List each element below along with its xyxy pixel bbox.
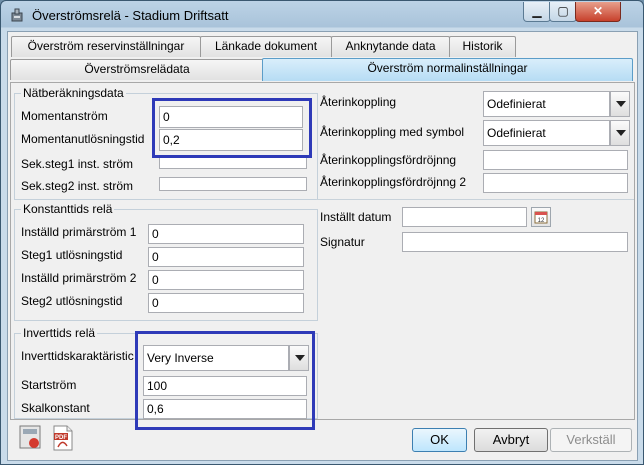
right-section-divider bbox=[316, 199, 634, 200]
label-steg2-utlosningstid: Steg2 utlösningstid bbox=[21, 294, 123, 308]
installd-primarstrom-1-input[interactable]: 0 bbox=[148, 224, 304, 244]
tab-lankade-dokument[interactable]: Länkade dokument bbox=[200, 36, 332, 57]
label-sek-steg2: Sek.steg2 inst. ström bbox=[21, 179, 134, 193]
skalkonstant-input[interactable]: 0,6 bbox=[143, 399, 307, 419]
steg1-utlosningstid-input[interactable]: 0 bbox=[148, 247, 304, 267]
sek-steg2-input[interactable] bbox=[159, 177, 307, 191]
aterinkoppling-dropdown-icon[interactable] bbox=[610, 91, 630, 117]
label-installd-primarstrom-1: Inställd primärström 1 bbox=[21, 225, 137, 239]
label-installt-datum: Inställt datum bbox=[320, 210, 392, 224]
relay-record-icon[interactable] bbox=[18, 424, 44, 452]
signatur-input[interactable] bbox=[402, 232, 628, 252]
steg2-utlosningstid-input[interactable]: 0 bbox=[148, 293, 304, 313]
momentanstrom-input[interactable]: 0 bbox=[159, 106, 303, 128]
title-bar[interactable]: Överströmsrelä - Stadium Driftsatt ▁ ▢ ✕ bbox=[1, 1, 643, 29]
aterinkopplingsfordrojning-input[interactable] bbox=[483, 150, 628, 170]
tab-historik[interactable]: Historik bbox=[449, 36, 516, 57]
dialog-window: Överströmsrelä - Stadium Driftsatt ▁ ▢ ✕… bbox=[0, 0, 644, 465]
label-inverttidskarakteristik: Inverttidskaraktäristic bbox=[21, 349, 134, 363]
tab-page-normalinstallningar: Nätberäkningsdata Momentanström 0 Moment… bbox=[10, 82, 635, 420]
cancel-button[interactable]: Avbryt bbox=[474, 428, 548, 452]
inverttidskarakteristik-dropdown-icon[interactable] bbox=[289, 345, 309, 371]
label-momentanstrom: Momentanström bbox=[21, 109, 108, 123]
installd-primarstrom-2-input[interactable]: 0 bbox=[148, 270, 304, 290]
label-startstrom: Startström bbox=[21, 378, 77, 392]
relay-app-icon bbox=[9, 7, 25, 23]
label-sek-steg1: Sek.steg1 inst. ström bbox=[21, 157, 134, 171]
momentanutlosningstid-input[interactable]: 0,2 bbox=[159, 129, 303, 151]
pdf-icon-text: PDF bbox=[55, 435, 67, 441]
label-steg1-utlosningstid: Steg1 utlösningstid bbox=[21, 248, 123, 262]
tab-anknytande-data[interactable]: Anknytande data bbox=[331, 36, 450, 57]
minimize-button[interactable]: ▁ bbox=[523, 2, 551, 22]
pdf-icon[interactable]: PDF bbox=[50, 424, 76, 452]
label-aterinkoppling-med-symbol: Återinkoppling med symbol bbox=[320, 125, 465, 139]
maximize-button[interactable]: ▢ bbox=[549, 2, 577, 22]
label-aterinkoppling: Återinkoppling bbox=[320, 95, 397, 109]
group-title-natberakningsdata: Nätberäkningsdata bbox=[21, 86, 126, 100]
tab-overstrom-reservinstallningar[interactable]: Överström reservinställningar bbox=[11, 36, 201, 57]
ok-button[interactable]: OK bbox=[412, 428, 467, 452]
label-signatur: Signatur bbox=[320, 235, 365, 249]
aterinkopplingsfordrojning-2-input[interactable] bbox=[483, 173, 628, 193]
aterinkoppling-med-symbol-dropdown-icon[interactable] bbox=[610, 120, 630, 146]
dialog-client: Överström reservinställningar Länkade do… bbox=[7, 31, 638, 461]
calendar-icon[interactable]: 12 bbox=[531, 207, 551, 227]
aterinkoppling-select[interactable]: Odefinierat bbox=[483, 91, 610, 117]
svg-text:12: 12 bbox=[538, 218, 545, 224]
close-button[interactable]: ✕ bbox=[575, 2, 621, 22]
group-title-inverttids-rela: Inverttids relä bbox=[21, 326, 98, 340]
label-skalkonstant: Skalkonstant bbox=[21, 401, 90, 415]
apply-button[interactable]: Verkställ bbox=[550, 428, 632, 452]
aterinkoppling-med-symbol-select[interactable]: Odefinierat bbox=[483, 120, 610, 146]
startstrom-input[interactable]: 100 bbox=[143, 376, 307, 396]
tab-overstromsreladata[interactable]: Överströmsrelädata bbox=[10, 59, 264, 80]
installt-datum-input[interactable] bbox=[402, 207, 527, 227]
window-title: Överströmsrelä - Stadium Driftsatt bbox=[32, 8, 229, 23]
inverttidskarakteristik-select[interactable]: Very Inverse bbox=[143, 345, 289, 371]
label-momentanutlosningstid: Momentanutlösningstid bbox=[21, 132, 145, 146]
label-aterinkopplingsfordrojning: Återinkopplingsfördröjnng bbox=[320, 153, 457, 167]
tab-overstrom-normalinstallningar[interactable]: Överström normalinställningar bbox=[262, 58, 633, 81]
label-aterinkopplingsfordrojning-2: Återinkopplingsfördröjnng 2 bbox=[320, 175, 467, 189]
sek-steg1-input[interactable] bbox=[159, 155, 307, 169]
group-title-konstanttids-rela: Konstanttids relä bbox=[21, 202, 115, 216]
label-installd-primarstrom-2: Inställd primärström 2 bbox=[21, 271, 137, 285]
